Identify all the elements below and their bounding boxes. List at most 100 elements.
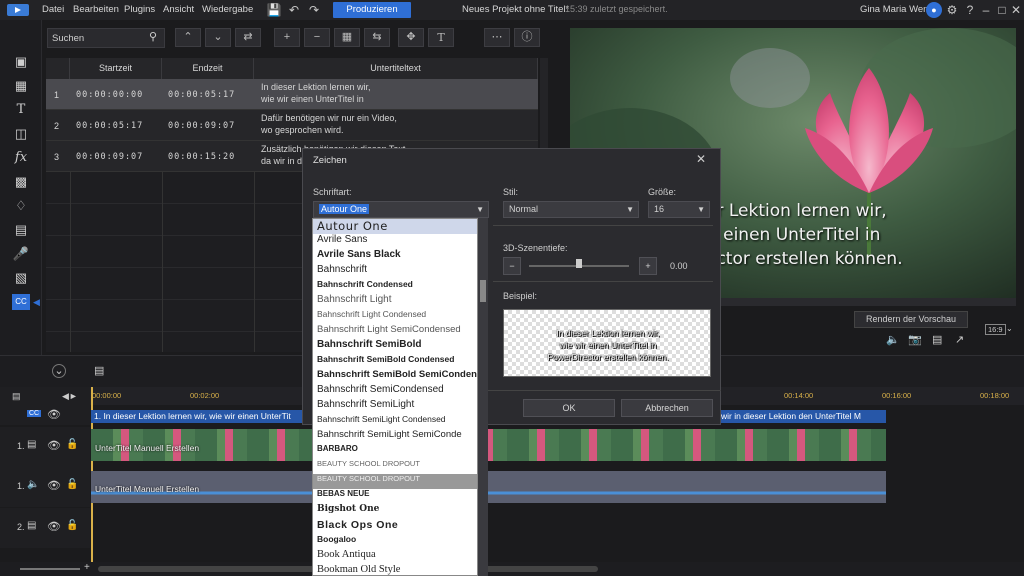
menu-ansicht[interactable]: Ansicht bbox=[163, 4, 194, 15]
snapshot-icon[interactable]: 📷 bbox=[908, 333, 922, 346]
render-preview-button[interactable]: Rendern der Vorschau bbox=[854, 311, 968, 328]
notification-icon[interactable]: ● bbox=[926, 2, 942, 18]
close-icon[interactable]: ✕ bbox=[696, 152, 706, 166]
font-option[interactable]: Avrile Sans Black bbox=[313, 249, 477, 264]
gear-icon[interactable]: ⚙ bbox=[944, 2, 960, 18]
font-list-scroll-thumb[interactable] bbox=[480, 280, 486, 302]
particle-room-icon[interactable]: ♢ bbox=[12, 198, 30, 214]
minimize-icon[interactable]: – bbox=[978, 2, 994, 18]
text-format-button[interactable]: T bbox=[428, 28, 454, 47]
subtitle-text-line[interactable]: wie wir einen UnterTitel in bbox=[261, 94, 364, 104]
timeline-menu-icon[interactable]: ⌄ bbox=[52, 364, 66, 378]
menu-wiedergabe[interactable]: Wiedergabe bbox=[202, 4, 253, 15]
help-icon[interactable]: ? bbox=[962, 2, 978, 18]
depth-increase-button[interactable]: + bbox=[639, 257, 657, 275]
pip-room-icon[interactable]: ▩ bbox=[12, 174, 30, 190]
import-button[interactable]: ⇄ bbox=[235, 28, 261, 47]
effects-room-icon[interactable]: fx bbox=[12, 150, 30, 166]
subtitle-room-icon[interactable]: CC bbox=[12, 294, 30, 310]
menu-datei[interactable]: Datei bbox=[42, 4, 64, 15]
microphone-icon[interactable]: 🎤 bbox=[12, 246, 30, 262]
move-down-button[interactable]: ⌄ bbox=[205, 28, 231, 47]
subtitle-toggle-icon[interactable]: ▤ bbox=[932, 333, 942, 346]
font-option[interactable]: Bahnschrift SemiBold bbox=[313, 339, 477, 354]
depth-slider-handle[interactable] bbox=[576, 259, 582, 268]
subtitle-row[interactable]: 2 00:00:05:17 00:00:09:07 Dafür benötige… bbox=[46, 110, 538, 141]
menu-plugins[interactable]: Plugins bbox=[124, 4, 155, 15]
chevron-down-icon[interactable]: ⌄ bbox=[1006, 324, 1013, 333]
search-icon[interactable]: ⚲ bbox=[149, 30, 157, 43]
audio-mixing-icon[interactable]: ▤ bbox=[12, 222, 30, 238]
subtitle-row[interactable]: 1 00:00:00:00 00:00:05:17 In dieser Lekt… bbox=[46, 79, 538, 110]
font-option[interactable]: Bahnschrift SemiLight bbox=[313, 399, 477, 414]
subtitle-text-line[interactable]: da wir in d bbox=[261, 156, 302, 166]
font-option[interactable]: Black Ops One bbox=[313, 519, 477, 534]
eye-icon[interactable]: 👁 bbox=[47, 520, 61, 533]
font-option[interactable]: Avrile Sans bbox=[313, 234, 477, 249]
volume-icon[interactable]: 🔈 bbox=[886, 333, 900, 346]
eye-icon[interactable]: 👁 bbox=[47, 479, 61, 492]
font-option[interactable]: Bahnschrift SemiCondensed bbox=[313, 384, 477, 399]
merge-button[interactable]: ⇆ bbox=[364, 28, 390, 47]
font-option[interactable]: Bahnschrift SemiLight Condensed bbox=[313, 414, 477, 429]
save-icon[interactable]: 💾 bbox=[266, 2, 282, 18]
subtitle-text-line[interactable]: In dieser Lektion lernen wir, bbox=[261, 82, 371, 92]
font-option[interactable]: Bahnschrift Light bbox=[313, 294, 477, 309]
title-room-icon[interactable]: T bbox=[12, 102, 30, 118]
size-select[interactable]: 16 ▼ bbox=[648, 201, 710, 218]
timeline-tool-icon[interactable]: ▤ bbox=[94, 364, 104, 377]
font-option[interactable]: Bahnschrift Condensed bbox=[313, 279, 477, 294]
fit-timeline-icon[interactable]: ◀► bbox=[62, 391, 78, 402]
start-time[interactable]: 00:00:05:17 bbox=[76, 121, 143, 131]
font-option[interactable]: Bahnschrift bbox=[313, 264, 477, 279]
info-button[interactable]: ⓘ bbox=[514, 28, 540, 47]
end-time[interactable]: 00:00:15:20 bbox=[168, 152, 235, 162]
style-select[interactable]: Normal ▼ bbox=[503, 201, 639, 218]
end-time[interactable]: 00:00:09:07 bbox=[168, 121, 235, 131]
close-icon[interactable]: ✕ bbox=[1008, 2, 1024, 18]
font-option[interactable]: BARBARO bbox=[313, 444, 477, 459]
lock-icon[interactable]: 🔓 bbox=[66, 520, 78, 531]
remove-subtitle-button[interactable]: − bbox=[304, 28, 330, 47]
track-manager-icon[interactable]: ▤ bbox=[12, 391, 21, 402]
font-option[interactable]: Bahnschrift SemiLight SemiConde bbox=[313, 429, 477, 444]
start-time[interactable]: 00:00:00:00 bbox=[76, 90, 143, 100]
ok-button[interactable]: OK bbox=[523, 399, 615, 417]
audio-clip[interactable] bbox=[91, 471, 886, 503]
font-option[interactable]: Bookman Old Style bbox=[313, 564, 477, 575]
search-input[interactable]: Suchen bbox=[47, 28, 165, 48]
font-option[interactable]: Boogaloo bbox=[313, 534, 477, 549]
subtitle-text-line[interactable]: wo gesprochen wird. bbox=[261, 125, 344, 135]
font-dropdown-list[interactable]: Autour One Avrile Sans Avrile Sans Black… bbox=[312, 218, 478, 576]
transition-room-icon[interactable]: ◫ bbox=[12, 126, 30, 142]
depth-decrease-button[interactable]: − bbox=[503, 257, 521, 275]
add-subtitle-button[interactable]: + bbox=[274, 28, 300, 47]
start-time[interactable]: 00:00:09:07 bbox=[76, 152, 143, 162]
menu-bearbeiten[interactable]: Bearbeiten bbox=[73, 4, 119, 15]
aspect-ratio-select[interactable]: 16:9 bbox=[985, 324, 1006, 335]
font-option[interactable]: BEBAS NEUE bbox=[313, 489, 477, 504]
eye-icon[interactable]: 👁 bbox=[47, 439, 61, 452]
zoom-slider[interactable] bbox=[20, 568, 80, 570]
end-time[interactable]: 00:00:05:17 bbox=[168, 90, 235, 100]
user-name[interactable]: Gina Maria Wenz bbox=[860, 4, 933, 15]
zoom-in-icon[interactable]: + bbox=[84, 562, 90, 573]
font-option[interactable]: Bigshot One bbox=[313, 504, 477, 519]
move-up-button[interactable]: ⌃ bbox=[175, 28, 201, 47]
font-option[interactable]: BEAUTY SCHOOL DROPOUT bbox=[313, 459, 477, 474]
subtitle-text-line[interactable]: Dafür benötigen wir nur ein Video, bbox=[261, 113, 397, 123]
lock-icon[interactable]: 🔓 bbox=[66, 479, 78, 490]
font-option[interactable]: Bahnschrift Light SemiCondensed bbox=[313, 324, 477, 339]
position-button[interactable]: ✥ bbox=[398, 28, 424, 47]
produce-button[interactable]: Produzieren bbox=[333, 2, 411, 18]
font-option[interactable]: Bahnschrift Light Condensed bbox=[313, 309, 477, 324]
font-option[interactable]: Book Antiqua bbox=[313, 549, 477, 564]
video-room-icon[interactable]: ▦ bbox=[12, 78, 30, 94]
font-select[interactable]: Autour One ▼ bbox=[313, 201, 489, 218]
media-room-icon[interactable]: ▣ bbox=[12, 54, 30, 70]
cancel-button[interactable]: Abbrechen bbox=[621, 399, 713, 417]
subtitle-clip[interactable]: wir in dieser Lektion den UnterTitel M bbox=[717, 410, 886, 423]
video-clip[interactable] bbox=[91, 429, 886, 461]
more-options-button[interactable]: ⋯ bbox=[484, 28, 510, 47]
font-option[interactable]: Bahnschrift SemiBold SemiConden bbox=[313, 369, 477, 384]
